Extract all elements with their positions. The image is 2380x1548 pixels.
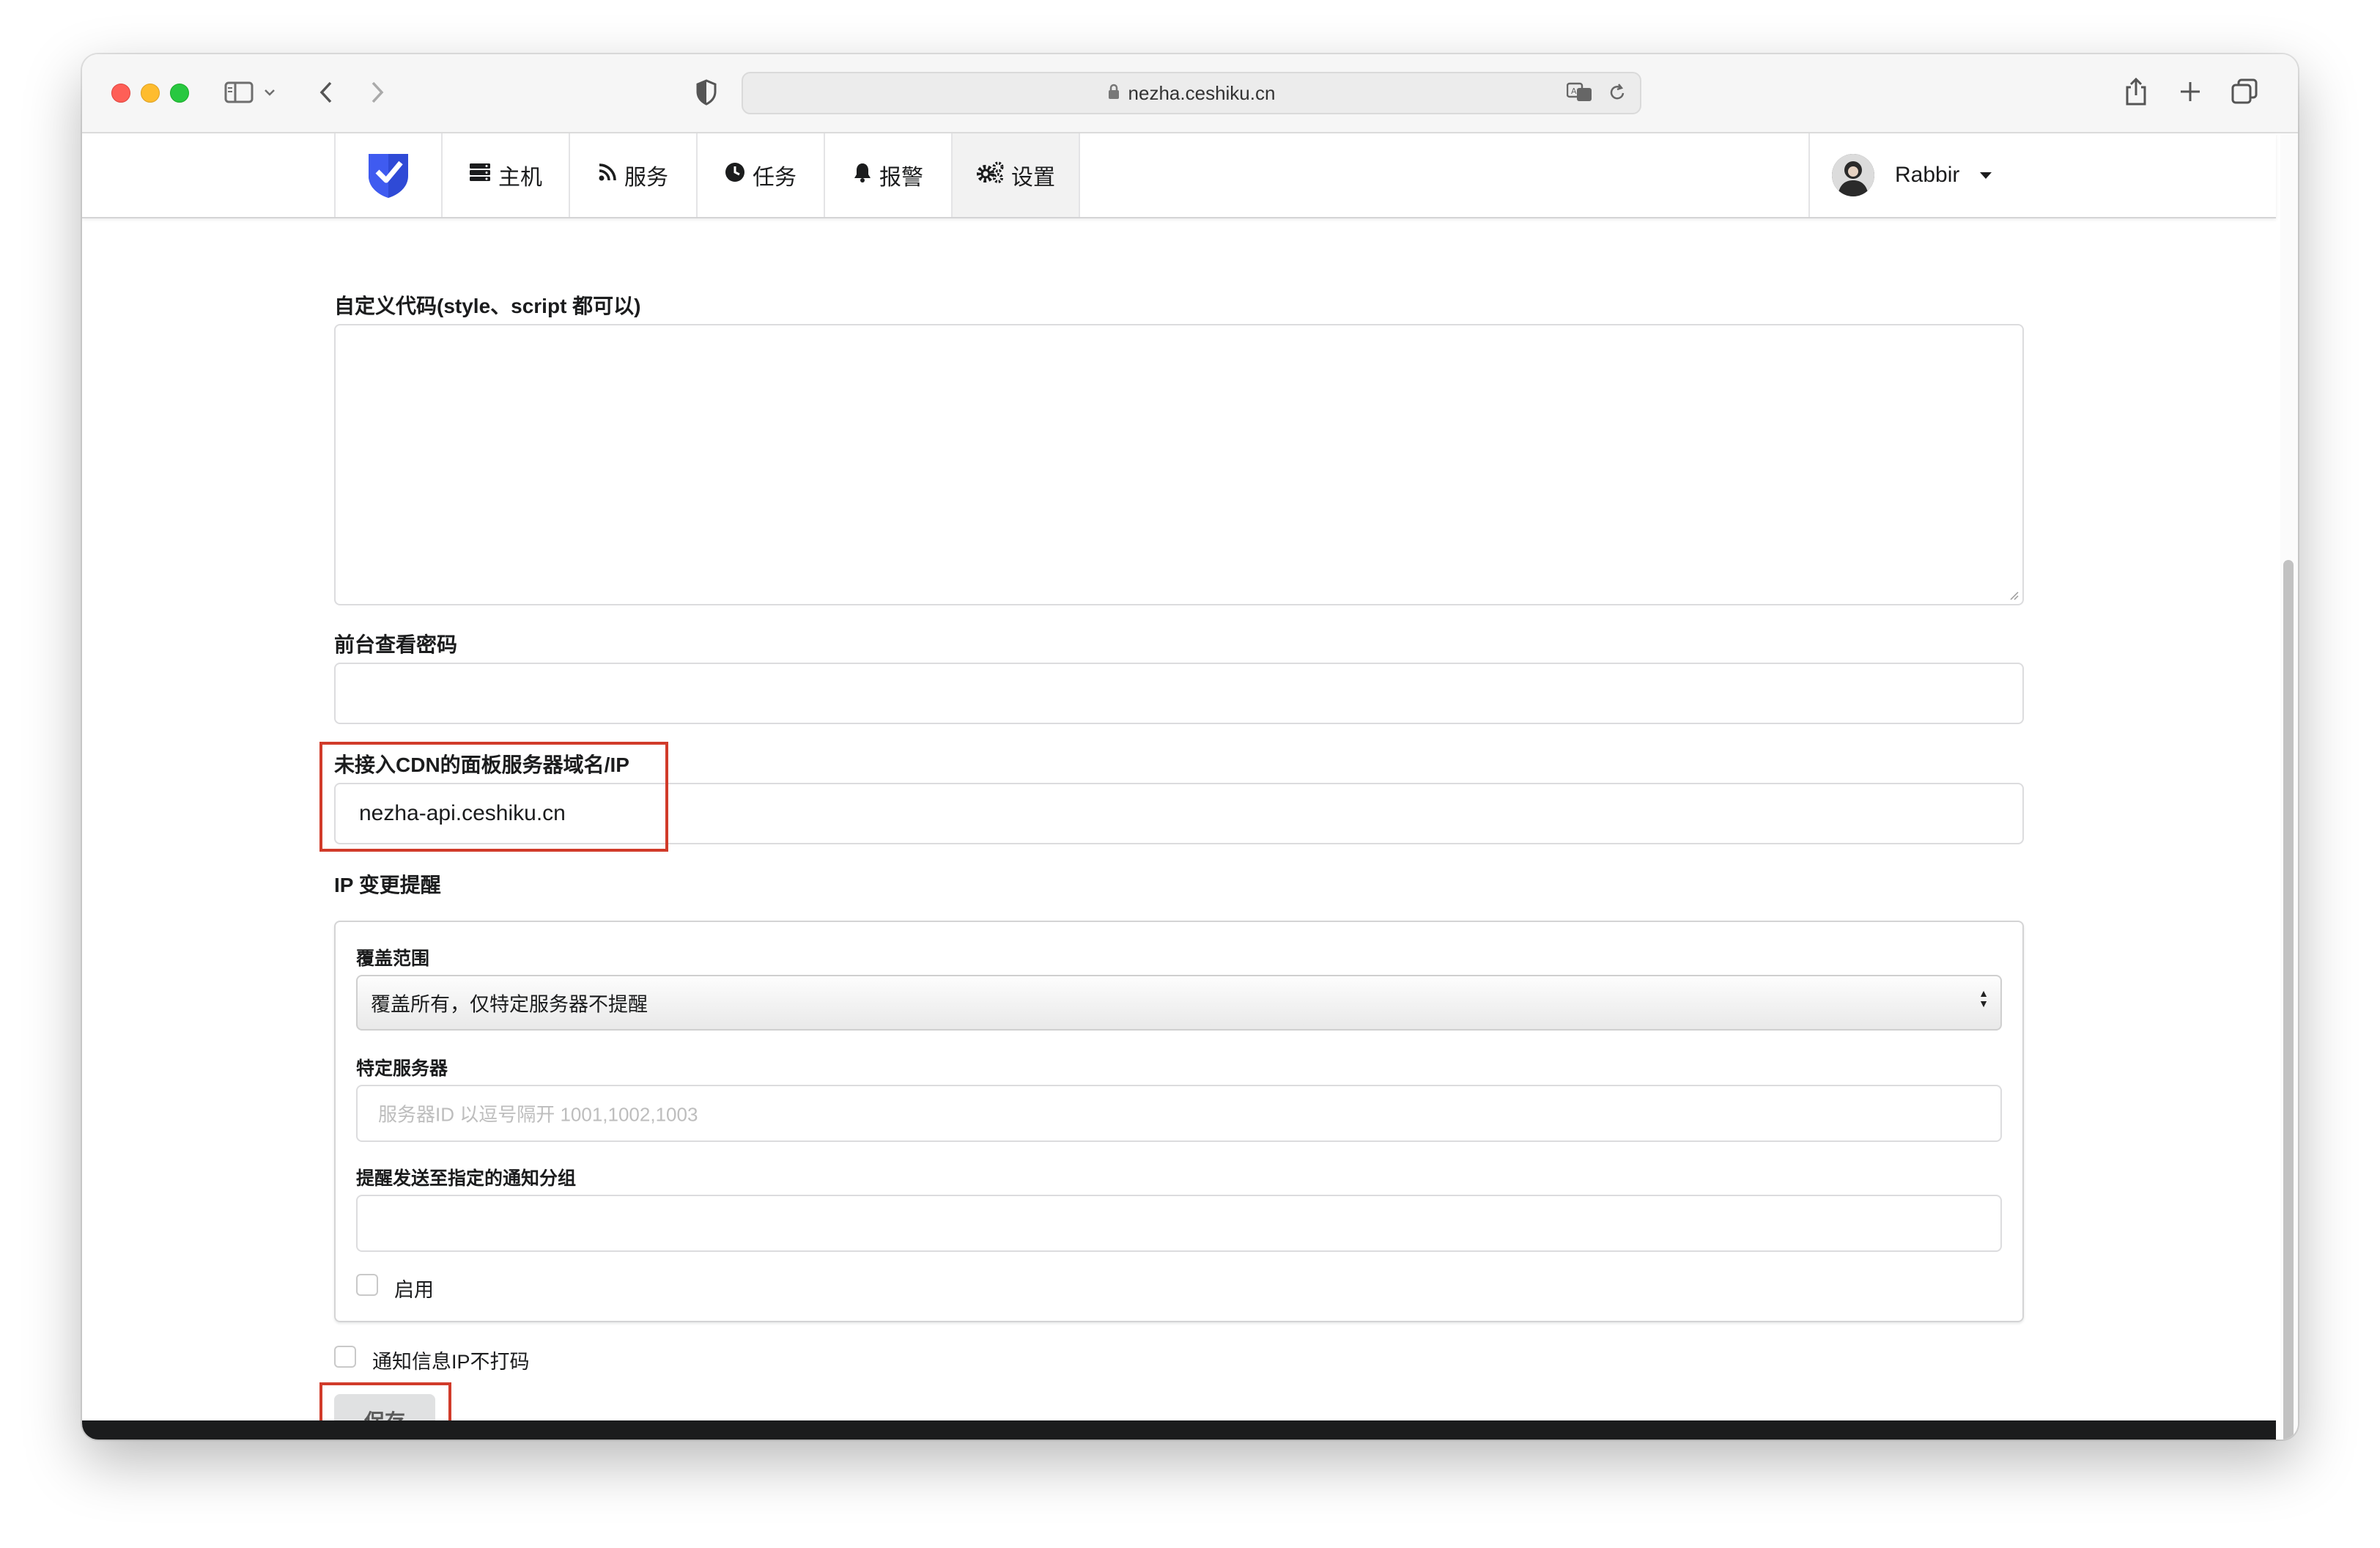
notify-group-label: 提醒发送至指定的通知分组 (356, 1168, 577, 1189)
logo[interactable] (336, 133, 443, 217)
share-icon[interactable] (2124, 75, 2148, 108)
new-tab-icon[interactable] (2178, 79, 2203, 104)
nav-item-tasks[interactable]: 任务 (698, 133, 825, 217)
enable-checkbox[interactable] (356, 1274, 378, 1296)
nav-item-settings[interactable]: 设置 (953, 133, 1080, 217)
lock-icon (1108, 82, 1120, 105)
hide-ip-label: 通知信息IP不打码 (372, 1351, 530, 1373)
cogs-icon (976, 161, 1004, 189)
close-window-button[interactable] (111, 84, 130, 103)
nav-label: 任务 (753, 166, 797, 190)
view-password-input[interactable] (334, 663, 2024, 724)
browser-toolbar: nezha.ceshiku.cn A (82, 54, 2298, 133)
svg-text:A: A (1571, 86, 1577, 96)
url-text: nezha.ceshiku.cn (1128, 81, 1276, 104)
hide-ip-checkbox[interactable] (334, 1346, 356, 1368)
nav-label: 报警 (879, 166, 923, 190)
avatar (1832, 154, 1874, 196)
shield-icon[interactable] (693, 78, 720, 107)
select-arrows-icon: ▲ ▼ (1978, 987, 1989, 1009)
address-bar[interactable]: nezha.ceshiku.cn A (742, 72, 1641, 114)
resize-handle-icon[interactable] (2009, 591, 2019, 601)
reload-icon[interactable] (1608, 82, 1627, 108)
highlight-box-domain (319, 742, 668, 852)
nav-item-hosts[interactable]: 主机 (443, 133, 570, 217)
user-dropdown[interactable]: Rabbir (1808, 133, 2014, 217)
logo-shield-icon (369, 154, 408, 198)
back-icon[interactable] (315, 78, 337, 107)
minimize-window-button[interactable] (141, 84, 160, 103)
coverage-selected-value: 覆盖所有，仅特定服务器不提醒 (371, 993, 648, 1016)
ip-change-label: IP 变更提醒 (334, 874, 441, 896)
servers-label: 特定服务器 (356, 1058, 448, 1079)
custom-code-textarea[interactable] (334, 324, 2024, 605)
tabs-overview-icon[interactable] (2231, 78, 2258, 106)
rss-icon (598, 163, 617, 188)
notify-group-input[interactable] (356, 1195, 2002, 1252)
user-name: Rabbir (1895, 163, 1960, 187)
servers-input[interactable]: 服务器ID 以逗号隔开 1001,1002,1003 (356, 1085, 2002, 1142)
scrollbar-thumb[interactable] (2283, 560, 2294, 1440)
settings-form: 自定义代码(style、script 都可以) 前台查看密码 未接入CDN的面板… (82, 218, 2276, 1440)
nav-item-services[interactable]: 服务 (570, 133, 698, 217)
top-menu: 主机 服务 任务 报警 设置 Rabbir (82, 133, 2276, 218)
forward-icon[interactable] (366, 78, 388, 107)
server-icon (469, 163, 491, 188)
bell-icon (853, 162, 872, 188)
main-menu: 主机 服务 任务 报警 设置 (334, 133, 1080, 217)
translate-icon[interactable]: A (1566, 82, 1593, 108)
enable-label: 启用 (394, 1279, 434, 1301)
footer (82, 1420, 2276, 1440)
custom-code-label: 自定义代码(style、script 都可以) (334, 295, 641, 317)
nav-label: 服务 (624, 166, 668, 190)
servers-placeholder: 服务器ID 以逗号隔开 1001,1002,1003 (378, 1103, 698, 1126)
browser-window: nezha.ceshiku.cn A 主机 服务 任务 报警 设置 Rabbir… (82, 54, 2298, 1440)
nav-label: 主机 (498, 166, 542, 190)
coverage-label: 覆盖范围 (356, 948, 430, 969)
coverage-select[interactable]: 覆盖所有，仅特定服务器不提醒 ▲ ▼ (356, 975, 2002, 1031)
sidebar-icon[interactable] (223, 79, 255, 106)
zoom-window-button[interactable] (170, 84, 189, 103)
nav-item-alerts[interactable]: 报警 (825, 133, 953, 217)
chevron-down-icon[interactable] (261, 84, 278, 101)
caret-down-icon (1980, 172, 1992, 179)
ip-change-segment: 覆盖范围 覆盖所有，仅特定服务器不提醒 ▲ ▼ 特定服务器 服务器ID 以逗号隔开… (334, 921, 2024, 1322)
clock-icon (725, 162, 745, 188)
view-password-label: 前台查看密码 (334, 633, 458, 656)
nav-label: 设置 (1011, 166, 1055, 190)
